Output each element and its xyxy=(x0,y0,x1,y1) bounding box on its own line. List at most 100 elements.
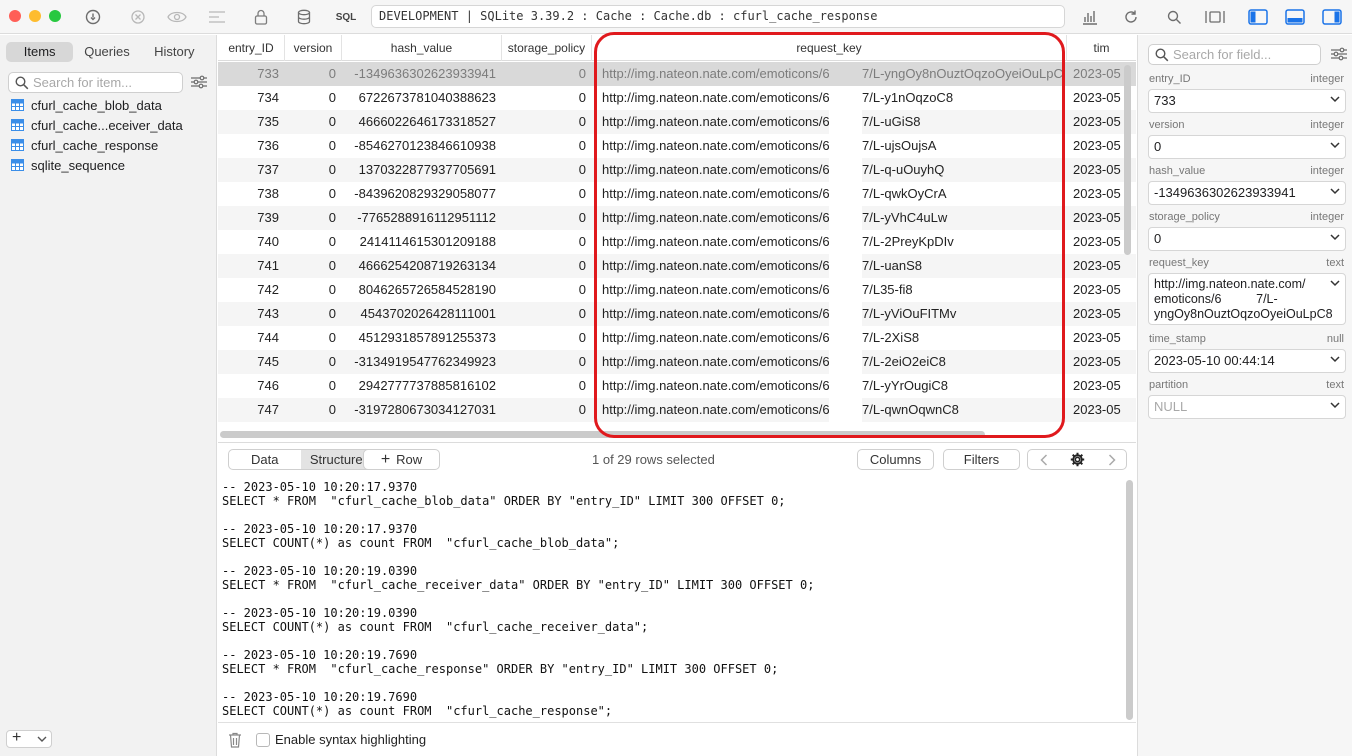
syntax-highlighting-checkbox[interactable] xyxy=(256,733,270,747)
cell-request-key-suffix[interactable]: 7/L-2eiO2eiC8 xyxy=(862,350,1065,374)
cell-hash-value[interactable]: 4512931857891255373 xyxy=(342,326,502,350)
column-header[interactable]: entry_ID xyxy=(218,35,285,61)
cell-entry-id[interactable]: 735 xyxy=(218,110,285,134)
cell-time-stamp[interactable]: 2023-05 xyxy=(1073,278,1136,302)
cell-request-key-prefix[interactable]: http://img.nateon.nate.com/emoticons/6 xyxy=(602,374,829,398)
cell-request-key-suffix[interactable]: 7/L-yVhC4uLw xyxy=(862,206,1065,230)
cell-storage-policy[interactable]: 0 xyxy=(502,350,592,374)
column-header[interactable]: storage_policy xyxy=(502,35,592,61)
sidebar-item-table[interactable]: cfurl_cache...eceiver_data xyxy=(11,115,183,135)
column-header[interactable]: version xyxy=(285,35,342,61)
chart-icon[interactable] xyxy=(1079,7,1101,27)
cell-hash-value[interactable]: -3197280673034127031 xyxy=(342,398,502,422)
close-window-button[interactable] xyxy=(9,10,21,22)
cell-entry-id[interactable]: 741 xyxy=(218,254,285,278)
cell-version[interactable]: 0 xyxy=(285,230,342,254)
cell-request-key-prefix[interactable]: http://img.nateon.nate.com/emoticons/6 xyxy=(602,110,829,134)
filters-button[interactable]: Filters xyxy=(943,449,1020,470)
field-value-entry-id[interactable]: 733 xyxy=(1148,89,1346,113)
lock-icon[interactable] xyxy=(250,7,272,27)
cell-storage-policy[interactable]: 0 xyxy=(502,134,592,158)
table-row[interactable]: 741 0 4666254208719263134 0 http://img.nateo… xyxy=(218,254,1136,278)
cell-version[interactable]: 0 xyxy=(285,158,342,182)
horizontal-scrollbar[interactable] xyxy=(220,431,985,438)
cell-entry-id[interactable]: 744 xyxy=(218,326,285,350)
cell-request-key-prefix[interactable]: http://img.nateon.nate.com/emoticons/6 xyxy=(602,134,829,158)
cell-entry-id[interactable]: 740 xyxy=(218,230,285,254)
cell-version[interactable]: 0 xyxy=(285,302,342,326)
table-row[interactable]: 738 0 -8439620829329058077 0 http://img.nate… xyxy=(218,182,1136,206)
field-search-input[interactable] xyxy=(1173,46,1318,63)
cell-storage-policy[interactable]: 0 xyxy=(502,302,592,326)
query-log[interactable]: -- 2023-05-10 10:20:17.9370 SELECT * FROM… xyxy=(218,477,1124,720)
cell-request-key-suffix[interactable]: 7/L-yngOy8nOuztOqzoOyeiOuLpC8 xyxy=(862,62,1065,86)
cell-request-key-suffix[interactable]: 7/L-ujsOujsA xyxy=(862,134,1065,158)
cell-version[interactable]: 0 xyxy=(285,62,342,86)
columns-button[interactable]: Columns xyxy=(857,449,934,470)
table-row[interactable]: 746 0 2942777737885816102 0 http://img.nateo… xyxy=(218,374,1136,398)
cell-hash-value[interactable]: -1349636302623933941 xyxy=(342,62,502,86)
cell-request-key-prefix[interactable]: http://img.nateon.nate.com/emoticons/6 xyxy=(602,278,829,302)
cell-version[interactable]: 0 xyxy=(285,206,342,230)
cell-version[interactable]: 0 xyxy=(285,374,342,398)
cell-request-key-prefix[interactable]: http://img.nateon.nate.com/emoticons/6 xyxy=(602,62,829,86)
sidebar-item-table[interactable]: cfurl_cache_response xyxy=(11,135,158,155)
cell-storage-policy[interactable]: 0 xyxy=(502,230,592,254)
cell-time-stamp[interactable]: 2023-05 xyxy=(1073,374,1136,398)
cell-request-key-prefix[interactable]: http://img.nateon.nate.com/emoticons/6 xyxy=(602,230,829,254)
cell-hash-value[interactable]: 6722673781040388623 xyxy=(342,86,502,110)
cell-request-key-prefix[interactable]: http://img.nateon.nate.com/emoticons/6 xyxy=(602,206,829,230)
stop-icon[interactable] xyxy=(127,7,149,27)
cell-time-stamp[interactable]: 2023-05 xyxy=(1073,326,1136,350)
table-row[interactable]: 733 0 -1349636302623933941 0 http://img.nate… xyxy=(218,62,1136,86)
cell-entry-id[interactable]: 739 xyxy=(218,206,285,230)
field-value-request-key[interactable]: http://img.nateon.nate.com/ emoticons/6 … xyxy=(1148,273,1346,325)
tab-history[interactable]: History xyxy=(141,42,208,62)
table-row[interactable]: 743 0 4543702026428111001 0 http://img.nateo… xyxy=(218,302,1136,326)
cell-storage-policy[interactable]: 0 xyxy=(502,62,592,86)
table-row[interactable]: 747 0 -3197280673034127031 0 http://img.nate… xyxy=(218,398,1136,422)
cell-hash-value[interactable]: 4543702026428111001 xyxy=(342,302,502,326)
table-row[interactable]: 740 0 2414114615301209188 0 http://img.nateo… xyxy=(218,230,1136,254)
cell-storage-policy[interactable]: 0 xyxy=(502,398,592,422)
cell-entry-id[interactable]: 742 xyxy=(218,278,285,302)
cell-hash-value[interactable]: -3134919547762349923 xyxy=(342,350,502,374)
cell-time-stamp[interactable]: 2023-05 xyxy=(1073,398,1136,422)
cell-request-key-suffix[interactable]: 7/L-q-uOuyhQ xyxy=(862,158,1065,182)
cell-hash-value[interactable]: 4666022646173318527 xyxy=(342,110,502,134)
table-row[interactable]: 734 0 6722673781040388623 0 http://img.nateo… xyxy=(218,86,1136,110)
cell-hash-value[interactable]: 2414114615301209188 xyxy=(342,230,502,254)
cell-entry-id[interactable]: 736 xyxy=(218,134,285,158)
item-search-input[interactable] xyxy=(33,74,178,91)
table-row[interactable]: 745 0 -3134919547762349923 0 http://img.nate… xyxy=(218,350,1136,374)
search-icon[interactable] xyxy=(1163,7,1185,27)
cell-request-key-suffix[interactable]: 7/L-2PreyKpDIv xyxy=(862,230,1065,254)
field-value-partition[interactable]: NULL xyxy=(1148,395,1346,419)
power-icon[interactable] xyxy=(82,7,104,27)
cell-entry-id[interactable]: 743 xyxy=(218,302,285,326)
table-row[interactable]: 739 0 -7765288916112951112 0 http://img.nate… xyxy=(218,206,1136,230)
vertical-scrollbar[interactable] xyxy=(1124,65,1131,255)
toggle-right-sidebar-icon[interactable] xyxy=(1321,7,1343,27)
toggle-left-sidebar-icon[interactable] xyxy=(1247,7,1269,27)
table-row[interactable]: 737 0 1370322877937705691 0 http://img.nateo… xyxy=(218,158,1136,182)
sidebar-item-table[interactable]: sqlite_sequence xyxy=(11,155,125,175)
list-icon[interactable] xyxy=(206,7,228,27)
cell-hash-value[interactable]: 4666254208719263134 xyxy=(342,254,502,278)
log-scrollbar[interactable] xyxy=(1126,480,1133,720)
tab-structure[interactable]: Structure xyxy=(300,450,372,469)
cell-version[interactable]: 0 xyxy=(285,350,342,374)
cell-request-key-suffix[interactable]: 7/L-qwnOqwnC8 xyxy=(862,398,1065,422)
cell-time-stamp[interactable]: 2023-05 xyxy=(1073,350,1136,374)
table-row[interactable]: 735 0 4666022646173318527 0 http://img.nateo… xyxy=(218,110,1136,134)
cell-hash-value[interactable]: -8439620829329058077 xyxy=(342,182,502,206)
database-icon[interactable] xyxy=(293,7,315,27)
cell-hash-value[interactable]: -8546270123846610938 xyxy=(342,134,502,158)
field-value-time-stamp[interactable]: 2023-05-10 00:44:14 xyxy=(1148,349,1346,373)
cell-version[interactable]: 0 xyxy=(285,86,342,110)
cell-request-key-suffix[interactable]: 7/L-qwkOyCrA xyxy=(862,182,1065,206)
cell-entry-id[interactable]: 747 xyxy=(218,398,285,422)
cell-storage-policy[interactable]: 0 xyxy=(502,326,592,350)
add-item-button[interactable]: + xyxy=(6,729,52,748)
cell-storage-policy[interactable]: 0 xyxy=(502,86,592,110)
